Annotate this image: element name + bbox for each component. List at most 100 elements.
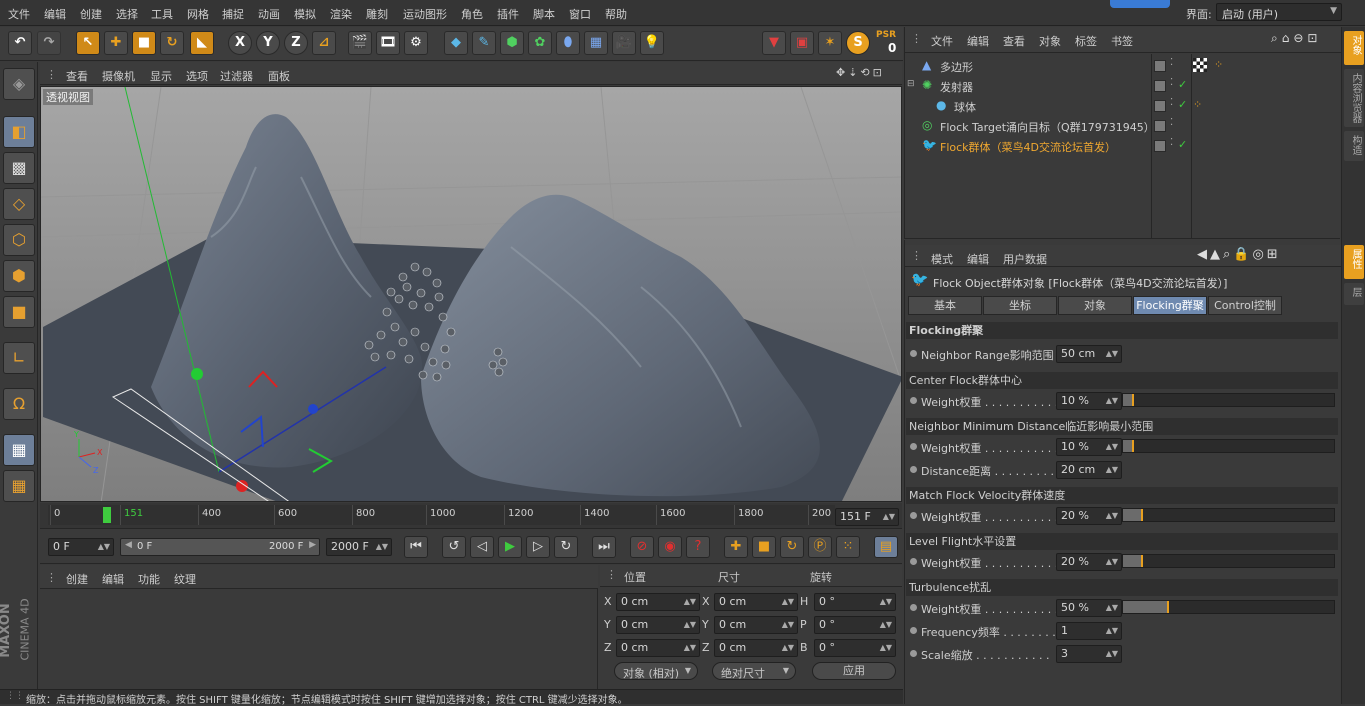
- param-slider[interactable]: [1122, 600, 1335, 614]
- param-field[interactable]: 10 % ▲▼: [1056, 392, 1122, 410]
- coord-field[interactable]: 0 cm ▲▼: [616, 639, 700, 657]
- visibility-dots-icon[interactable]: ⁚: [1170, 57, 1173, 68]
- timeline-track[interactable]: 0 151 400 600 800 1000 1200 1400 1600 1800 200: [48, 505, 835, 525]
- coord-mode-select[interactable]: 对象 (相对) ▼: [614, 662, 698, 680]
- attribute-nav-icons[interactable]: ◀▲⌕🔒◎⊞: [1197, 247, 1281, 262]
- menu-item-11[interactable]: 运动图形: [403, 6, 447, 22]
- attribute-menu-item-2[interactable]: 用户数据: [1003, 251, 1047, 267]
- param-slider[interactable]: [1122, 439, 1335, 453]
- menu-item-16[interactable]: 帮助: [605, 6, 627, 22]
- autokey-button[interactable]: ◉: [658, 536, 682, 558]
- object-menu-item-5[interactable]: 书签: [1111, 33, 1133, 49]
- workplane-lock-button[interactable]: ▦: [3, 434, 35, 466]
- param-dot[interactable]: [910, 627, 917, 634]
- slider-handle[interactable]: [1167, 601, 1169, 613]
- cube-button[interactable]: ◆: [444, 31, 468, 55]
- viewport-menu-item-2[interactable]: 显示: [150, 68, 172, 84]
- coord-field[interactable]: 0 ° ▲▼: [814, 639, 896, 657]
- play-button[interactable]: ▶: [498, 536, 522, 558]
- z-axis-button[interactable]: Z: [284, 31, 308, 55]
- recent-tool-button[interactable]: ◣: [190, 31, 214, 55]
- goto-start-button[interactable]: ⏮: [404, 536, 428, 558]
- param-dot[interactable]: [910, 350, 917, 357]
- coord-field[interactable]: 0 cm ▲▼: [616, 616, 700, 634]
- viewport-menu-item-5[interactable]: 面板: [268, 68, 290, 84]
- apply-button[interactable]: 应用: [812, 662, 896, 680]
- param-dot[interactable]: [910, 650, 917, 657]
- side-tab-structure[interactable]: 构造: [1344, 131, 1364, 161]
- param-dot[interactable]: [910, 397, 917, 404]
- slider-handle[interactable]: [1141, 555, 1143, 567]
- object-row[interactable]: ⊟ ✺ 发射器: [907, 76, 1153, 96]
- param-dot[interactable]: [910, 466, 917, 473]
- param-field[interactable]: 50 % ▲▼: [1056, 599, 1122, 617]
- viewport-menu-item-0[interactable]: 查看: [66, 68, 88, 84]
- rotate-button[interactable]: ↻: [160, 31, 184, 55]
- phong-tag-icon[interactable]: ⁘: [1193, 98, 1202, 111]
- object-manager-tools[interactable]: ⌕⌂⊖⊡: [1271, 31, 1321, 46]
- snap-button[interactable]: ✶: [818, 31, 842, 55]
- coord-field[interactable]: 0 ° ▲▼: [814, 593, 896, 611]
- render-view-button[interactable]: 🎬: [348, 31, 372, 55]
- layer-icon[interactable]: [1154, 140, 1166, 152]
- param-dot[interactable]: [910, 604, 917, 611]
- visibility-dots-icon[interactable]: ⁚: [1170, 137, 1173, 148]
- visibility-dots-icon[interactable]: ⁚: [1170, 97, 1173, 108]
- scale-button[interactable]: ■: [132, 31, 156, 55]
- key-rotation-button[interactable]: ↻: [780, 536, 804, 558]
- enabled-check-icon[interactable]: ✓: [1178, 78, 1187, 91]
- object-menu-item-2[interactable]: 查看: [1003, 33, 1025, 49]
- timeline[interactable]: 0 151 400 600 800 1000 1200 1400 1600 1800 200 151…: [40, 503, 902, 529]
- menu-item-3[interactable]: 选择: [116, 6, 138, 22]
- pen-button[interactable]: ✎: [472, 31, 496, 55]
- render-settings-button[interactable]: ⚙: [404, 31, 428, 55]
- coord-field[interactable]: 0 cm ▲▼: [714, 593, 798, 611]
- render-region-button[interactable]: ▣: [790, 31, 814, 55]
- timeline-button[interactable]: ▤: [874, 536, 898, 558]
- model-mode-button[interactable]: ◧: [3, 116, 35, 148]
- prev-key-button[interactable]: ↺: [442, 536, 466, 558]
- redo-button[interactable]: ↷: [37, 31, 61, 55]
- collapse-icon[interactable]: ⊟: [907, 79, 915, 89]
- camera-button[interactable]: 🎥: [612, 31, 636, 55]
- layer-icon[interactable]: [1154, 60, 1166, 72]
- dynamics-button[interactable]: ▼: [762, 31, 786, 55]
- attribute-menu-item-1[interactable]: 编辑: [967, 251, 989, 267]
- menu-item-14[interactable]: 脚本: [533, 6, 555, 22]
- slider-handle[interactable]: [1132, 394, 1134, 406]
- menu-item-4[interactable]: 工具: [151, 6, 173, 22]
- attribute-tab-4[interactable]: Control控制: [1208, 296, 1282, 315]
- key-pla-button[interactable]: ⁙: [836, 536, 860, 558]
- material-menu-item-0[interactable]: 创建: [66, 571, 88, 587]
- key-scale-button[interactable]: ■: [752, 536, 776, 558]
- material-menu-item-2[interactable]: 功能: [138, 571, 160, 587]
- layer-icon[interactable]: [1154, 80, 1166, 92]
- coordinate-system-button[interactable]: ⊿: [312, 31, 336, 55]
- param-dot[interactable]: [910, 512, 917, 519]
- texture-mode-button[interactable]: ▩: [3, 152, 35, 184]
- workplane-button[interactable]: ◇: [3, 188, 35, 220]
- neighbor-range-field[interactable]: 50 cm ▲▼: [1056, 345, 1122, 363]
- polygons-mode-button[interactable]: ■: [3, 296, 35, 328]
- material-menu-item-1[interactable]: 编辑: [102, 571, 124, 587]
- object-row[interactable]: ▲ 多边形: [908, 56, 1153, 76]
- coord-field[interactable]: 0 ° ▲▼: [814, 616, 896, 634]
- edges-mode-button[interactable]: ⬢: [3, 260, 35, 292]
- object-menu-item-4[interactable]: 标签: [1075, 33, 1097, 49]
- make-editable-button[interactable]: ◈: [3, 68, 35, 100]
- floor-button[interactable]: ▦: [584, 31, 608, 55]
- side-tab-content-browser[interactable]: 内容浏览器: [1344, 69, 1364, 127]
- light-button[interactable]: 💡: [640, 31, 664, 55]
- object-menu-item-1[interactable]: 编辑: [967, 33, 989, 49]
- menu-item-15[interactable]: 窗口: [569, 6, 591, 22]
- menu-item-6[interactable]: 捕捉: [222, 6, 244, 22]
- key-position-button[interactable]: ✚: [724, 536, 748, 558]
- viewport-nav-icons[interactable]: ✥⇣⟲⊡: [836, 66, 885, 79]
- attribute-tab-1[interactable]: 坐标: [983, 296, 1057, 315]
- key-param-button[interactable]: Ⓟ: [808, 536, 832, 558]
- side-tab-layers[interactable]: 层: [1344, 283, 1364, 305]
- material-tag-icon[interactable]: [1193, 58, 1207, 72]
- object-menu-item-3[interactable]: 对象: [1039, 33, 1061, 49]
- layer-icon[interactable]: [1154, 120, 1166, 132]
- menu-item-12[interactable]: 角色: [461, 6, 483, 22]
